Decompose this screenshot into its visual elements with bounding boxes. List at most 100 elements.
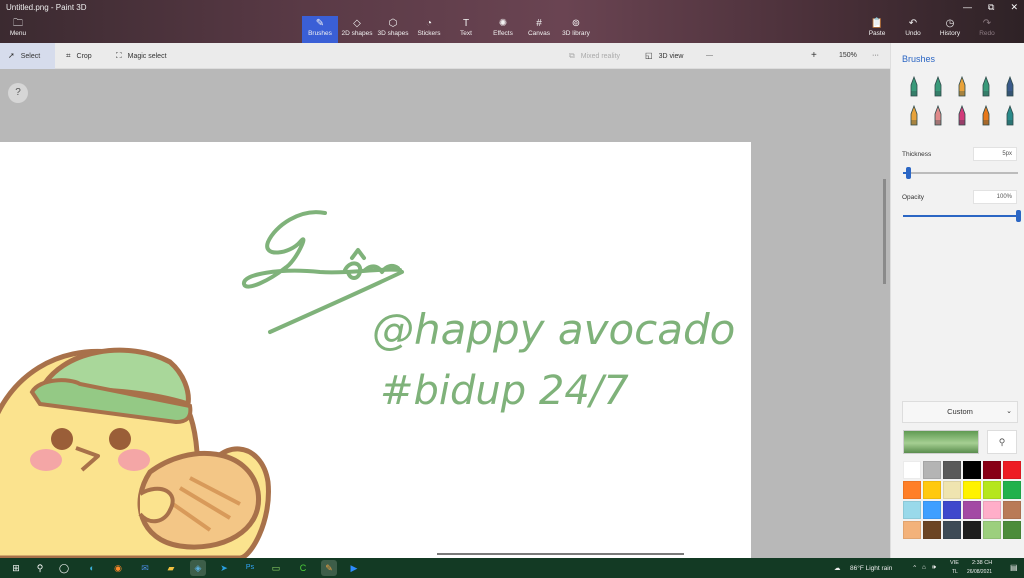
chevron-down-icon: ⌄ [1006, 408, 1012, 415]
network-icon[interactable]: ⌂ [922, 564, 926, 571]
mixed-reality-button[interactable]: ⧉ Mixed reality [569, 43, 620, 69]
tab-2d-shapes[interactable]: ◇ 2D shapes [340, 16, 374, 42]
paste-button[interactable]: 📋 Paste [866, 16, 888, 42]
redo-button[interactable]: ↷ Redo [976, 16, 998, 42]
palette-swatch[interactable] [963, 521, 981, 539]
palette-swatch[interactable] [943, 461, 961, 479]
tab-3d-shapes[interactable]: ⬡ 3D shapes [376, 16, 410, 42]
opacity-slider-knob[interactable] [1015, 210, 1021, 222]
brush-fill[interactable] [1001, 104, 1019, 127]
palette-swatch[interactable] [923, 521, 941, 539]
pixel-pen-icon [1006, 75, 1014, 97]
tab-brushes[interactable]: ✎ Brushes [302, 16, 338, 43]
brush-crayon[interactable] [953, 104, 971, 127]
zoom-level[interactable]: 150% [839, 43, 857, 69]
zoom-out-button[interactable]: — [706, 43, 713, 69]
tab-effects[interactable]: ✺ Effects [488, 16, 518, 42]
tab-stickers[interactable]: ◔ Stickers [414, 16, 444, 42]
color-mode-dropdown[interactable]: Custom ⌄ [902, 401, 1018, 423]
handwriting-line-1: @happy avocado [372, 305, 735, 354]
cursor-icon: ➚ [8, 51, 15, 60]
zoom-icon[interactable]: ▶ [346, 560, 362, 576]
more-options-button[interactable]: ··· [872, 43, 879, 69]
horizontal-scrollbar[interactable] [437, 553, 684, 555]
brush-watercolor[interactable] [977, 75, 995, 98]
weather-text[interactable]: 86°F Light rain [850, 565, 892, 572]
palette-swatch[interactable] [963, 501, 981, 519]
photoshop-icon[interactable]: Ps [242, 560, 258, 576]
palette-swatch[interactable] [923, 461, 941, 479]
paint3d-icon[interactable]: ◈ [190, 560, 206, 576]
current-color-swatch[interactable] [903, 430, 979, 454]
brush-pencil[interactable] [905, 104, 923, 127]
palette-swatch[interactable] [963, 481, 981, 499]
camtasia-icon[interactable]: C [295, 560, 311, 576]
mail-icon[interactable]: ✉ [137, 560, 153, 576]
search-icon[interactable]: ⚲ [32, 560, 48, 576]
3d-view-button[interactable]: ◱ 3D view [645, 43, 683, 69]
edge-icon[interactable]: ◐ [84, 560, 100, 576]
palette-swatch[interactable] [983, 521, 1001, 539]
help-button[interactable]: ? [8, 83, 28, 103]
select-button[interactable]: ➚ Select [0, 43, 55, 69]
palette-swatch[interactable] [903, 521, 921, 539]
palette-swatch[interactable] [923, 501, 941, 519]
notepad-icon[interactable]: ▭ [268, 560, 284, 576]
brush-pixel-pen[interactable] [1001, 75, 1019, 98]
palette-swatch[interactable] [983, 501, 1001, 519]
minimize-button[interactable]: — [963, 2, 972, 13]
telegram-icon[interactable]: ➤ [216, 560, 232, 576]
tab-canvas[interactable]: # Canvas [524, 16, 554, 42]
palette-swatch[interactable] [983, 481, 1001, 499]
palette-swatch[interactable] [1003, 501, 1021, 519]
palette-swatch[interactable] [943, 501, 961, 519]
brush-calligraphy-pen[interactable] [929, 75, 947, 98]
thickness-input[interactable]: 5px [973, 147, 1017, 161]
magic-select-button[interactable]: ⛶ Magic select [116, 43, 167, 69]
opacity-slider[interactable] [903, 215, 1018, 217]
palette-swatch[interactable] [903, 481, 921, 499]
tab-3d-library[interactable]: ⊚ 3D library [560, 16, 592, 42]
palette-swatch[interactable] [903, 461, 921, 479]
tab-text[interactable]: T Text [452, 16, 480, 42]
notifications-icon[interactable]: ▤ [1010, 563, 1018, 572]
brush-spray-can[interactable] [977, 104, 995, 127]
brush-oil-brush[interactable] [953, 75, 971, 98]
menu-button[interactable]: 🗀 Menu [4, 16, 32, 42]
eraser-icon [934, 104, 942, 126]
close-button[interactable]: ✕ [1010, 2, 1018, 13]
palette-swatch[interactable] [923, 481, 941, 499]
explorer-icon[interactable]: ▰ [163, 560, 179, 576]
opacity-input[interactable]: 100% [973, 190, 1017, 204]
brush-eraser[interactable] [929, 104, 947, 127]
palette-swatch[interactable] [1003, 521, 1021, 539]
vertical-scrollbar[interactable] [883, 179, 886, 284]
palette-swatch[interactable] [903, 501, 921, 519]
thickness-slider[interactable] [903, 172, 1018, 174]
history-button[interactable]: ◷ History [938, 16, 962, 42]
handwriting-line-2: #bidup 24/7 [380, 368, 629, 414]
undo-button[interactable]: ↶ Undo [902, 16, 924, 42]
palette-swatch[interactable] [963, 461, 981, 479]
tray-chevron-icon[interactable]: ⌃ [912, 564, 917, 572]
opacity-slider-fill [903, 215, 1018, 217]
brush-marker[interactable] [905, 75, 923, 98]
start-icon[interactable]: ⊞ [8, 560, 24, 576]
palette-swatch[interactable] [1003, 461, 1021, 479]
paint-icon[interactable]: ✎ [321, 560, 337, 576]
palette-swatch[interactable] [943, 481, 961, 499]
eyedropper-button[interactable]: ⚲ [987, 430, 1017, 454]
task-view-icon[interactable]: ◯ [56, 560, 72, 576]
thickness-slider-knob[interactable] [906, 167, 912, 179]
palette-swatch[interactable] [943, 521, 961, 539]
crop-button[interactable]: ⌗ Crop [64, 43, 92, 69]
palette-swatch[interactable] [983, 461, 1001, 479]
drawing-canvas[interactable]: @happy avocado #bidup 24/7 [0, 142, 751, 558]
clock-time[interactable]: 2:38 CH [972, 560, 992, 566]
firefox-icon[interactable]: ◉ [110, 560, 126, 576]
zoom-in-button[interactable]: + [811, 43, 817, 69]
language-indicator[interactable]: VIE [950, 560, 959, 566]
restore-button[interactable]: ⧉ [988, 2, 994, 13]
volume-icon[interactable]: 🕪 [932, 564, 936, 572]
palette-swatch[interactable] [1003, 481, 1021, 499]
